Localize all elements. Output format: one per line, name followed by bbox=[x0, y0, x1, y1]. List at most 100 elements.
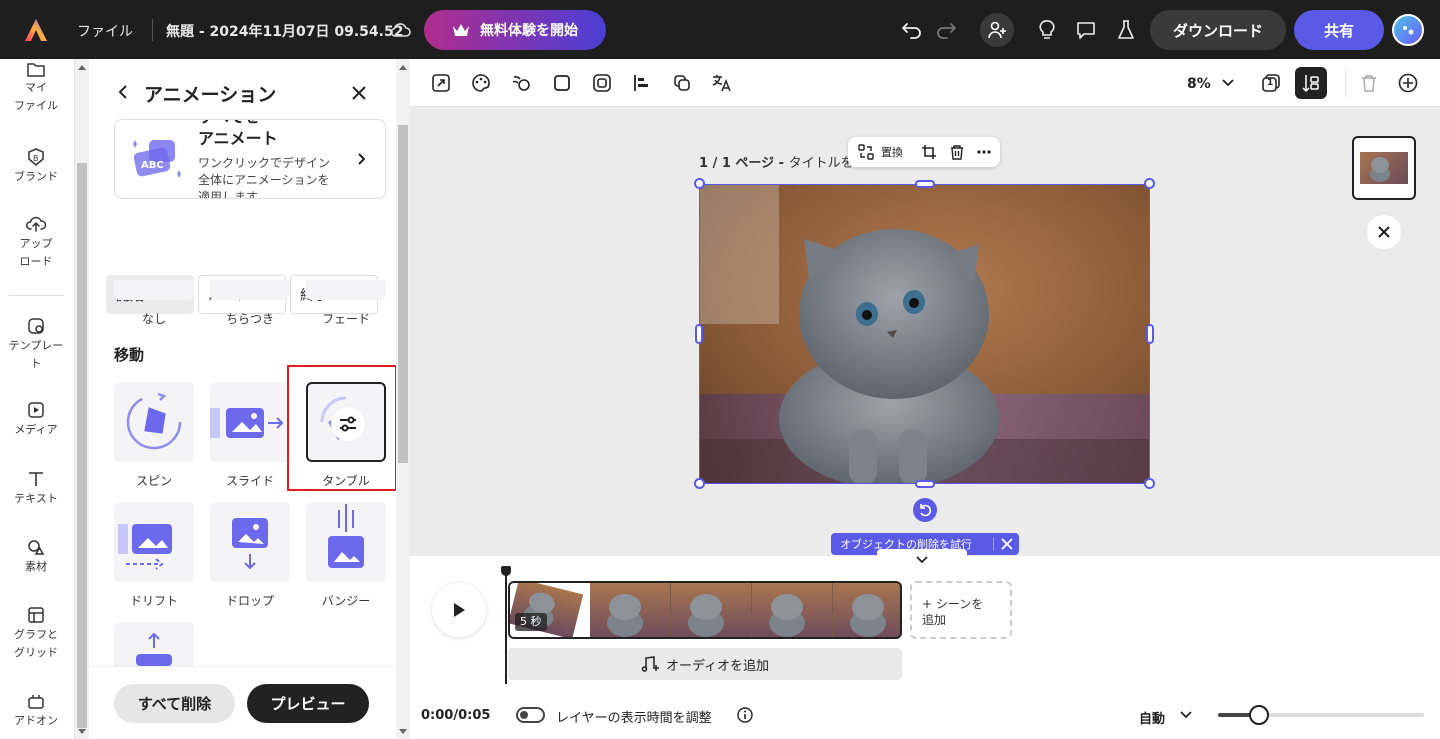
tile-slide[interactable] bbox=[210, 382, 290, 462]
redo-icon[interactable] bbox=[932, 16, 960, 44]
more-icon[interactable] bbox=[975, 143, 993, 161]
close-tip-icon[interactable] bbox=[1001, 538, 1013, 550]
shape-icon[interactable] bbox=[551, 72, 573, 94]
scene-clip[interactable]: 5 秒 bbox=[508, 581, 902, 639]
add-scene-button[interactable]: + シーンを 追加 bbox=[910, 581, 1012, 639]
adobe-express-logo[interactable] bbox=[20, 14, 52, 46]
delete-all-button[interactable]: すべて削除 bbox=[114, 684, 235, 723]
rail-item-text[interactable]: テキスト bbox=[0, 470, 72, 508]
preview-button[interactable]: プレビュー bbox=[247, 684, 369, 723]
trash-icon[interactable] bbox=[948, 143, 966, 161]
zoom-chevron-down-icon[interactable] bbox=[1220, 75, 1236, 91]
download-button[interactable]: ダウンロード bbox=[1150, 10, 1286, 50]
add-audio-button[interactable]: オーディオを追加 bbox=[508, 648, 902, 680]
replace-icon[interactable] bbox=[857, 143, 875, 161]
delete-page-icon[interactable] bbox=[1358, 72, 1380, 94]
resize-icon[interactable] bbox=[430, 72, 452, 94]
file-menu[interactable]: ファイル bbox=[77, 21, 133, 41]
rotate-icon[interactable] bbox=[913, 498, 937, 522]
scroll-up-arrow[interactable] bbox=[399, 65, 407, 70]
slider-knob[interactable] bbox=[1249, 705, 1269, 725]
resize-handle-bottom[interactable] bbox=[915, 480, 935, 488]
cloud-icon bbox=[388, 18, 412, 42]
rail-item-media[interactable]: メディア bbox=[0, 401, 72, 439]
close-thumbnails-icon[interactable] bbox=[1367, 215, 1401, 249]
share-button[interactable]: 共有 bbox=[1294, 10, 1384, 50]
resize-handle-br[interactable] bbox=[1144, 478, 1155, 489]
page-title[interactable]: タイトルを bbox=[789, 156, 854, 171]
timeline-toggle-icon[interactable] bbox=[1295, 67, 1327, 99]
divider bbox=[1345, 69, 1346, 97]
layers-icon[interactable] bbox=[671, 72, 693, 94]
add-page-icon[interactable] bbox=[1397, 72, 1419, 94]
collapse-timeline-icon[interactable] bbox=[877, 549, 967, 571]
resize-handle-right[interactable] bbox=[1146, 324, 1154, 344]
tile-bungee[interactable] bbox=[306, 502, 386, 582]
scroll-down-arrow[interactable] bbox=[78, 729, 86, 734]
resize-handle-top[interactable] bbox=[915, 180, 935, 188]
layer-toggle-label: レイヤーの表示時間を調整 bbox=[556, 711, 712, 726]
tile-drift[interactable] bbox=[114, 502, 194, 582]
rail-scrollbar[interactable] bbox=[75, 59, 89, 739]
play-button[interactable] bbox=[432, 583, 486, 637]
border-icon[interactable] bbox=[591, 72, 613, 94]
avatar[interactable] bbox=[1392, 14, 1424, 46]
start-free-trial-button[interactable]: 無料体験を開始 bbox=[424, 10, 606, 50]
resize-handle-tl[interactable] bbox=[694, 178, 705, 189]
scroll-down-arrow[interactable] bbox=[399, 729, 407, 734]
page-number: 1 / 1 ページ - bbox=[699, 156, 789, 171]
rail-item-elements[interactable]: 素材 bbox=[0, 538, 72, 576]
playhead[interactable] bbox=[505, 570, 507, 684]
rail-item-brand[interactable]: B ブランド bbox=[0, 148, 72, 186]
rail-item-upload[interactable]: アップ ロード bbox=[0, 215, 72, 271]
resize-handle-tr[interactable] bbox=[1144, 178, 1155, 189]
left-rail: マイ ファイル B ブランド アップ ロード テンプレー ト メディア テキスト… bbox=[0, 59, 75, 739]
playback-speed[interactable]: 自動 bbox=[1139, 708, 1165, 727]
document-title[interactable]: 無題 - 2024年11月07日 09.54.52 bbox=[166, 21, 403, 41]
tile-label-tumble: タンブル bbox=[322, 474, 370, 488]
panel-scrollbar[interactable] bbox=[396, 59, 410, 739]
rail-item-my-files[interactable]: マイ ファイル bbox=[0, 61, 72, 115]
animate-all-card[interactable]: ABC すべてを アニメート ワンクリックでデザイン 全体にアニメーションを 適… bbox=[114, 119, 386, 199]
rail-item-addons[interactable]: アドオン bbox=[0, 692, 72, 730]
close-panel-icon[interactable] bbox=[347, 81, 371, 105]
translate-icon[interactable] bbox=[711, 72, 733, 94]
page-thumbnail[interactable] bbox=[1352, 136, 1416, 200]
scroll-up-arrow[interactable] bbox=[78, 65, 86, 70]
undo-icon[interactable] bbox=[898, 16, 926, 44]
invite-user-icon[interactable] bbox=[980, 13, 1014, 47]
selection-frame bbox=[699, 184, 1150, 484]
tile-partial[interactable] bbox=[114, 622, 194, 666]
flask-icon[interactable] bbox=[1113, 17, 1139, 43]
scroll-thumb[interactable] bbox=[398, 125, 408, 463]
animation-icon[interactable] bbox=[510, 72, 532, 94]
crop-icon[interactable] bbox=[920, 143, 938, 161]
info-icon[interactable] bbox=[736, 706, 754, 724]
context-toolbar: 置換 bbox=[848, 137, 1000, 167]
layer-duration-toggle[interactable] bbox=[516, 707, 545, 723]
tile-drop[interactable] bbox=[210, 502, 290, 582]
timeline-zoom-slider[interactable] bbox=[1218, 705, 1424, 725]
scroll-thumb[interactable] bbox=[77, 163, 87, 728]
tile-flicker[interactable] bbox=[210, 280, 290, 300]
zoom-level[interactable]: 8% bbox=[1187, 76, 1211, 92]
top-bar: ファイル 無題 - 2024年11月07日 09.54.52 無料体験を開始 ダ… bbox=[0, 0, 1440, 59]
lightbulb-icon[interactable] bbox=[1034, 17, 1060, 43]
align-icon[interactable] bbox=[631, 72, 653, 94]
rail-item-templates[interactable]: テンプレー ト bbox=[0, 317, 72, 373]
resize-handle-left[interactable] bbox=[695, 324, 703, 344]
tile-spin[interactable] bbox=[114, 382, 194, 462]
speed-chevron-down-icon[interactable] bbox=[1178, 707, 1194, 723]
section-heading-move: 移動 bbox=[114, 346, 145, 364]
replace-button[interactable]: 置換 bbox=[881, 144, 903, 160]
palette-icon[interactable] bbox=[470, 72, 492, 94]
resize-handle-bl[interactable] bbox=[694, 478, 705, 489]
comment-icon[interactable] bbox=[1073, 17, 1099, 43]
page-count-icon[interactable]: 1 bbox=[1260, 72, 1282, 94]
back-chevron-icon[interactable] bbox=[113, 81, 133, 103]
playhead-handle[interactable] bbox=[501, 566, 511, 576]
rail-item-charts-grids[interactable]: グラフと グリッド bbox=[0, 606, 72, 662]
tile-fade[interactable] bbox=[306, 280, 386, 300]
tile-none[interactable] bbox=[114, 280, 194, 300]
tile-label-drift: ドリフト bbox=[129, 594, 178, 608]
